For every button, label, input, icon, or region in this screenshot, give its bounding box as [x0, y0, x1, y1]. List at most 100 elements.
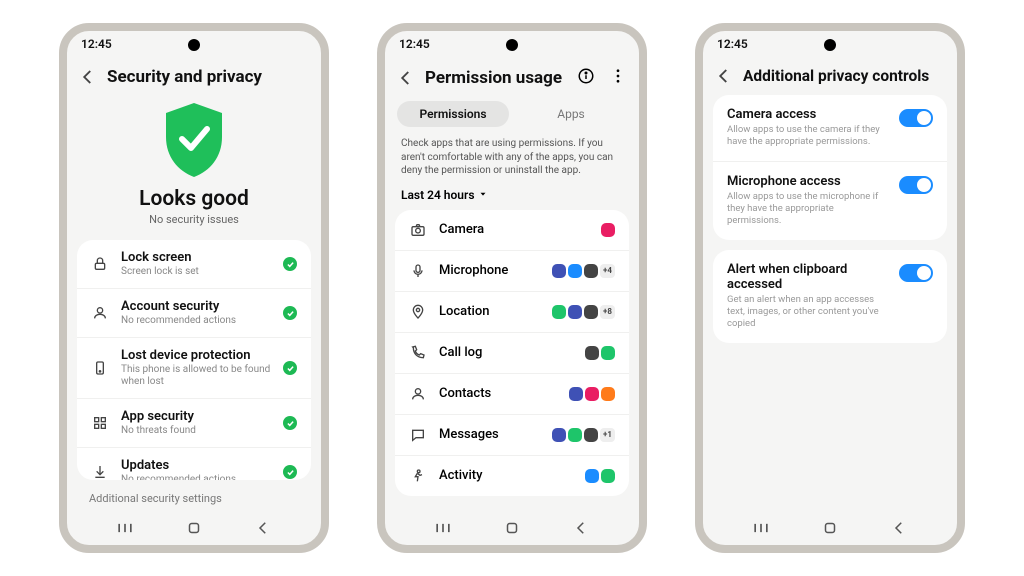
tab-apps[interactable]: Apps [515, 101, 627, 127]
status-title: Looks good [139, 187, 249, 211]
contacts-icon [409, 385, 427, 403]
description: Check apps that are using permissions. I… [385, 137, 639, 188]
row-title: App security [121, 409, 271, 424]
nav-home-icon[interactable] [819, 517, 841, 539]
phone-permission-usage: 12:45 Permission usage Permissions Apps … [377, 23, 647, 553]
row-sub: Screen lock is set [121, 266, 271, 278]
app-chips [585, 346, 615, 360]
permission-list: Camera Microphone +4 Location +8 Call log Cont… [395, 210, 629, 496]
row-account-security[interactable]: Account securityNo recommended actions [77, 288, 311, 337]
row-title: Updates [121, 458, 271, 473]
perm-label: Messages [439, 427, 540, 442]
app-chips: +1 [552, 428, 615, 442]
perm-label: Microphone [439, 263, 540, 278]
app-chips: +4 [552, 264, 615, 278]
phone-security-privacy: 12:45 Security and privacy Looks good No… [59, 23, 329, 553]
row-lost-device[interactable]: Lost device protectionThis phone is allo… [77, 337, 311, 398]
app-chips: +8 [552, 305, 615, 319]
tabs: Permissions Apps [397, 101, 627, 127]
perm-row-activity[interactable]: Activity [395, 455, 629, 496]
check-icon [283, 465, 297, 479]
perm-row-location[interactable]: Location +8 [395, 291, 629, 332]
content: Permissions Apps Check apps that are usi… [385, 99, 639, 511]
settings-group-1: Camera accessAllow apps to use the camer… [713, 95, 947, 240]
back-icon[interactable] [715, 67, 733, 85]
settings-group-2: Alert when clipboard accessedGet an aler… [713, 250, 947, 343]
perm-label: Camera [439, 222, 589, 237]
page-title: Additional privacy controls [743, 67, 929, 85]
perm-label: Contacts [439, 386, 557, 401]
perm-row-messages[interactable]: Messages +1 [395, 414, 629, 455]
shield-check-icon [160, 101, 228, 179]
row-sub: No recommended actions [121, 315, 271, 327]
phone-privacy-controls: 12:45 Additional privacy controls Camera… [695, 23, 965, 553]
camera-icon [409, 221, 427, 239]
row-lock-screen[interactable]: Lock screenScreen lock is set [77, 240, 311, 288]
perm-row-microphone[interactable]: Microphone +4 [395, 250, 629, 291]
app-chips [601, 223, 615, 237]
nav-home-icon[interactable] [501, 517, 523, 539]
row-title: Lost device protection [121, 348, 271, 363]
microphone-icon [409, 262, 427, 280]
nav-back-icon[interactable] [888, 517, 910, 539]
perm-row-contacts[interactable]: Contacts [395, 373, 629, 414]
toggle-on[interactable] [899, 109, 933, 127]
app-chips [585, 469, 615, 483]
tab-permissions[interactable]: Permissions [397, 101, 509, 127]
row-title: Lock screen [121, 250, 271, 265]
nav-back-icon[interactable] [570, 517, 592, 539]
camera-hole [506, 39, 518, 51]
perm-row-call-log[interactable]: Call log [395, 332, 629, 373]
grid-icon [91, 414, 109, 432]
status-time: 12:45 [717, 37, 748, 51]
lock-icon [91, 255, 109, 273]
nav-recents-icon[interactable] [114, 517, 136, 539]
status-time: 12:45 [81, 37, 112, 51]
camera-hole [824, 39, 836, 51]
nav-home-icon[interactable] [183, 517, 205, 539]
nav-back-icon[interactable] [252, 517, 274, 539]
setting-clipboard-alert[interactable]: Alert when clipboard accessedGet an aler… [713, 250, 947, 343]
additional-settings-link[interactable]: Additional security settings [67, 480, 321, 511]
check-icon [283, 416, 297, 430]
location-icon [409, 303, 427, 321]
perm-label: Call log [439, 345, 573, 360]
back-icon[interactable] [397, 69, 415, 87]
perm-row-camera[interactable]: Camera [395, 210, 629, 250]
filter-label: Last 24 hours [401, 188, 474, 202]
perm-label: Location [439, 304, 540, 319]
toggle-on[interactable] [899, 176, 933, 194]
security-status: Looks good No security issues [67, 97, 321, 240]
content: Camera accessAllow apps to use the camer… [703, 95, 957, 511]
message-icon [409, 426, 427, 444]
app-chips [569, 387, 615, 401]
check-icon [283, 306, 297, 320]
row-app-security[interactable]: App securityNo threats found [77, 398, 311, 447]
check-icon [283, 361, 297, 375]
setting-title: Alert when clipboard accessed [727, 262, 889, 292]
toggle-on[interactable] [899, 264, 933, 282]
setting-sub: Allow apps to use the camera if they hav… [727, 124, 889, 149]
nav-bar [385, 511, 639, 545]
page-title: Permission usage [425, 68, 562, 88]
page-title: Security and privacy [107, 67, 262, 87]
phone-find-icon [91, 359, 109, 377]
status-time: 12:45 [399, 37, 430, 51]
header: Security and privacy [67, 59, 321, 97]
nav-recents-icon[interactable] [750, 517, 772, 539]
setting-camera-access[interactable]: Camera accessAllow apps to use the camer… [713, 95, 947, 161]
row-updates[interactable]: UpdatesNo recommended actions [77, 447, 311, 480]
time-filter[interactable]: Last 24 hours [385, 188, 639, 210]
back-icon[interactable] [79, 68, 97, 86]
status-subtitle: No security issues [149, 213, 239, 226]
activity-icon [409, 467, 427, 485]
row-sub: No threats found [121, 425, 271, 437]
setting-microphone-access[interactable]: Microphone accessAllow apps to use the m… [713, 161, 947, 240]
setting-sub: Get an alert when an app accesses text, … [727, 294, 889, 331]
nav-recents-icon[interactable] [432, 517, 454, 539]
info-icon[interactable] [577, 67, 595, 89]
more-icon[interactable] [609, 67, 627, 89]
row-title: Account security [121, 299, 271, 314]
setting-title: Microphone access [727, 174, 889, 189]
row-sub: This phone is allowed to be found when l… [121, 364, 271, 388]
